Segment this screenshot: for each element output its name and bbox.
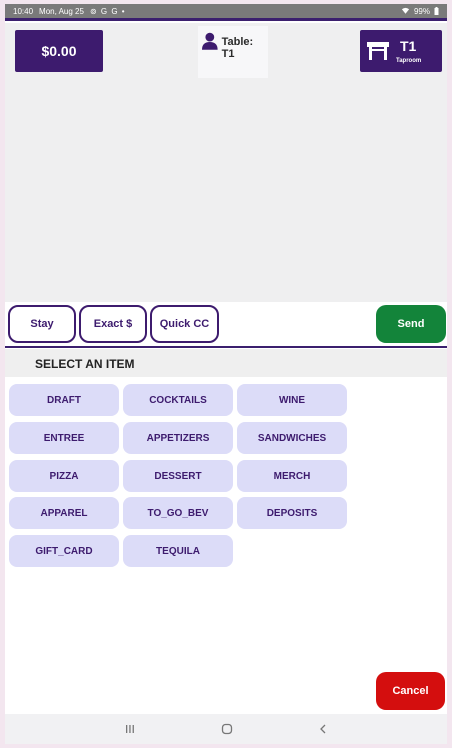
device-screen: 10:40 Mon, Aug 25 ⊚ G G • 99% $0.00 Tabl…: [5, 4, 447, 744]
section-divider: [5, 346, 447, 348]
status-date: Mon, Aug 25: [39, 6, 84, 16]
quick-cc-button[interactable]: Quick CC: [150, 305, 219, 343]
order-header: $0.00 Table: T1 T1 Taproom: [5, 23, 447, 80]
category-sandwiches[interactable]: SANDWICHES: [237, 422, 347, 454]
category-deposits[interactable]: DEPOSITS: [237, 497, 347, 529]
battery-icon: [434, 7, 439, 15]
category-merch[interactable]: MERCH: [237, 460, 347, 492]
table-icon: [367, 42, 389, 60]
back-icon[interactable]: [316, 722, 330, 736]
table-label: Table: T1: [221, 36, 254, 60]
android-nav-bar: [5, 714, 447, 744]
table-button[interactable]: T1 Taproom: [360, 30, 442, 72]
order-items-area[interactable]: [5, 80, 447, 302]
category-tequila[interactable]: TEQUILA: [123, 535, 233, 567]
payment-row: Stay Exact $ Quick CC Send: [5, 304, 447, 346]
category-draft[interactable]: DRAFT: [9, 384, 119, 416]
table-info[interactable]: Table: T1: [198, 26, 268, 78]
status-time: 10:40: [13, 6, 34, 16]
recents-icon[interactable]: [123, 722, 137, 736]
wifi-icon: [401, 7, 410, 14]
status-bar: 10:40 Mon, Aug 25 ⊚ G G • 99%: [5, 4, 447, 18]
top-divider: [5, 18, 447, 21]
category-apparel[interactable]: APPAREL: [9, 497, 119, 529]
category-entree[interactable]: ENTREE: [9, 422, 119, 454]
person-icon: [202, 32, 218, 50]
exact-cash-button[interactable]: Exact $: [79, 305, 147, 343]
send-button[interactable]: Send: [376, 305, 446, 343]
table-area: Taproom: [396, 58, 422, 64]
battery-level: 99%: [413, 6, 430, 16]
category-dessert[interactable]: DESSERT: [123, 460, 233, 492]
notification-icons: ⊚ G G •: [89, 6, 126, 16]
cancel-button[interactable]: Cancel: [376, 672, 445, 710]
category-wine[interactable]: WINE: [237, 384, 347, 416]
category-appetizers[interactable]: APPETIZERS: [123, 422, 233, 454]
table-code: T1: [400, 38, 417, 54]
category-cocktails[interactable]: COCKTAILS: [123, 384, 233, 416]
category-gift-card[interactable]: GIFT_CARD: [9, 535, 119, 567]
home-icon[interactable]: [220, 722, 234, 736]
stay-button[interactable]: Stay: [8, 305, 76, 343]
select-item-header: SELECT AN ITEM: [5, 349, 447, 377]
category-to-go-bev[interactable]: TO_GO_BEV: [123, 497, 233, 529]
balance-button[interactable]: $0.00: [15, 30, 103, 72]
category-pizza[interactable]: PIZZA: [9, 460, 119, 492]
select-item-title: SELECT AN ITEM: [35, 357, 135, 371]
